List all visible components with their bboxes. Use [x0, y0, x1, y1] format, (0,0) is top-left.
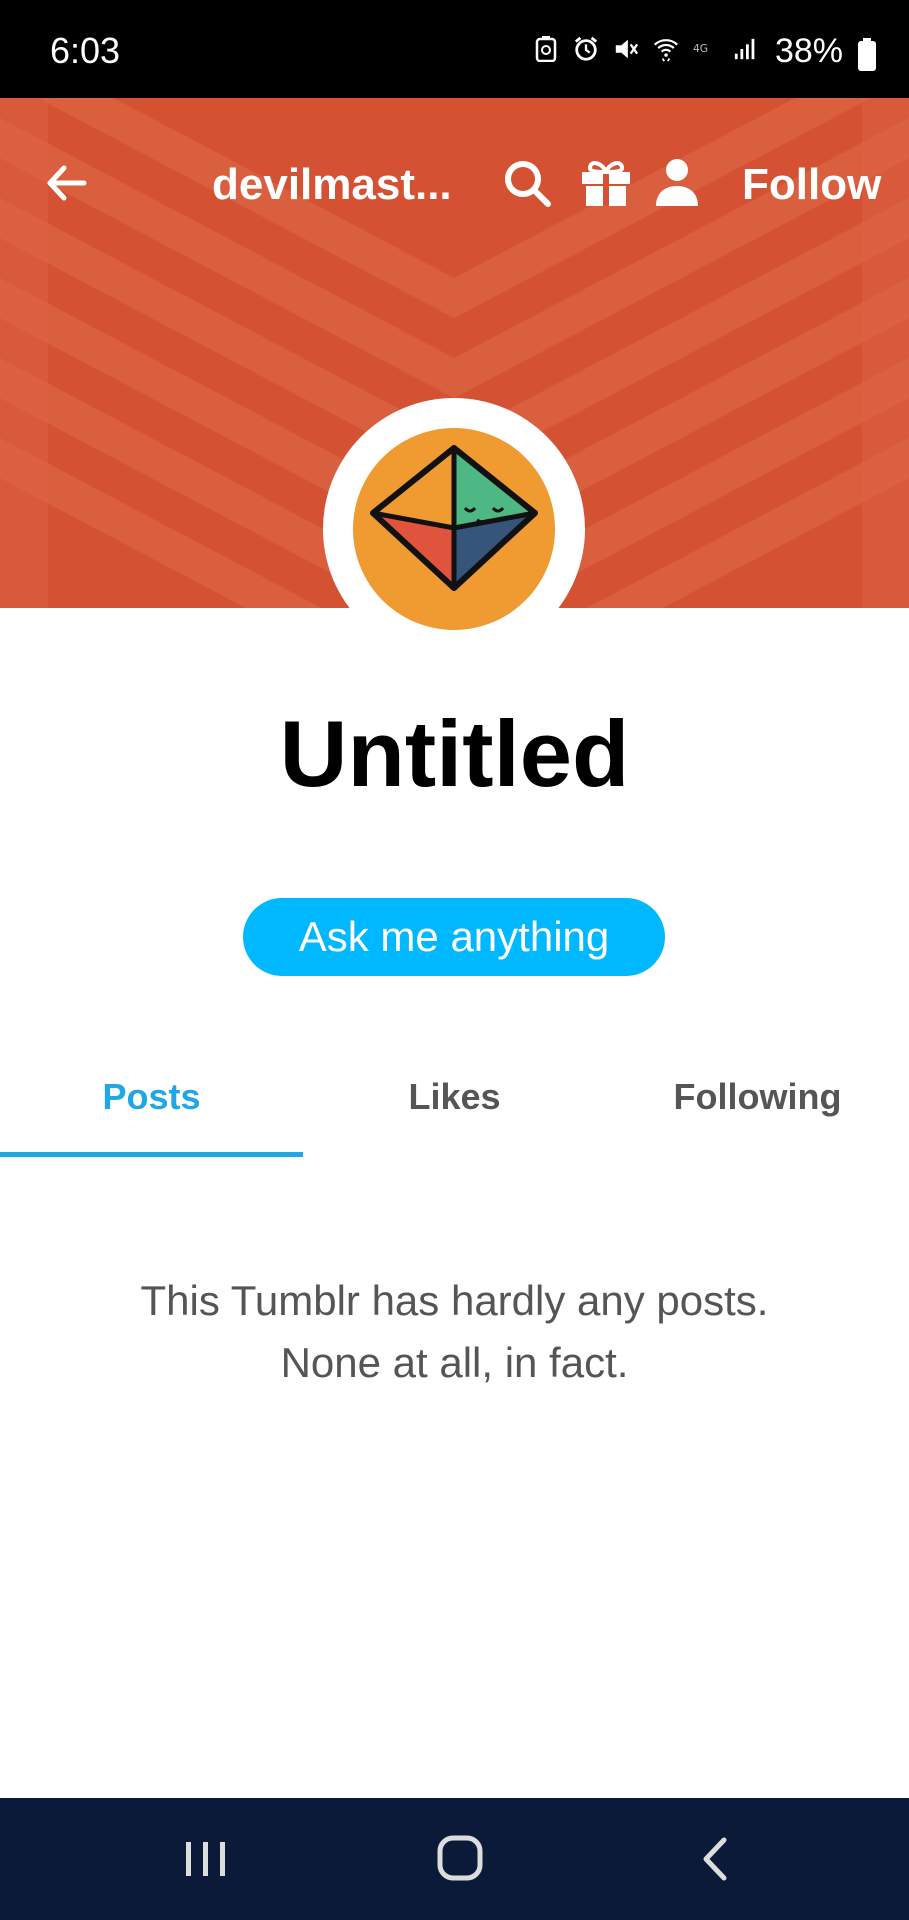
- wifi-icon: [653, 36, 679, 62]
- follow-button[interactable]: Follow: [742, 160, 881, 210]
- tab-posts[interactable]: Posts: [0, 1076, 303, 1118]
- battery-icon: [858, 38, 876, 71]
- tab-likes[interactable]: Likes: [303, 1076, 606, 1118]
- signal-icon: [733, 36, 759, 62]
- octahedron-face-icon: [370, 445, 538, 591]
- status-icons: 4G: [533, 36, 759, 62]
- user-icon[interactable]: [654, 154, 700, 210]
- empty-state-message: This Tumblr has hardly any posts. None a…: [0, 1270, 909, 1394]
- svg-text:4G: 4G: [693, 42, 708, 55]
- header-nav-row: devilmast... Follow: [0, 138, 909, 228]
- recents-icon[interactable]: [176, 1834, 236, 1884]
- profile-tabs: Posts Likes Following: [0, 1050, 909, 1160]
- alarm-icon: [573, 36, 599, 62]
- gift-icon[interactable]: [578, 154, 634, 210]
- home-icon[interactable]: [430, 1834, 490, 1884]
- tab-following[interactable]: Following: [606, 1076, 909, 1118]
- search-icon[interactable]: [500, 156, 556, 212]
- status-time: 6:03: [50, 30, 121, 71]
- back-arrow-icon[interactable]: [40, 158, 96, 208]
- mute-icon: [613, 36, 639, 62]
- empty-state-line-2: None at all, in fact.: [280, 1339, 629, 1386]
- empty-state-line-1: This Tumblr has hardly any posts.: [140, 1277, 769, 1324]
- back-icon[interactable]: [686, 1834, 746, 1884]
- avatar-image: [353, 428, 555, 630]
- system-nav-bar: [0, 1798, 909, 1920]
- status-bar: 6:03 4G 38%: [0, 0, 909, 98]
- active-tab-indicator: [0, 1152, 303, 1157]
- battery-saver-icon: [533, 36, 559, 62]
- ask-me-anything-button[interactable]: Ask me anything: [243, 898, 665, 976]
- 4g-icon: 4G: [693, 36, 719, 62]
- blog-title: Untitled: [279, 701, 630, 806]
- battery-percentage: 38%: [774, 32, 843, 70]
- blog-name: devilmast...: [212, 160, 452, 209]
- avatar[interactable]: [323, 398, 585, 660]
